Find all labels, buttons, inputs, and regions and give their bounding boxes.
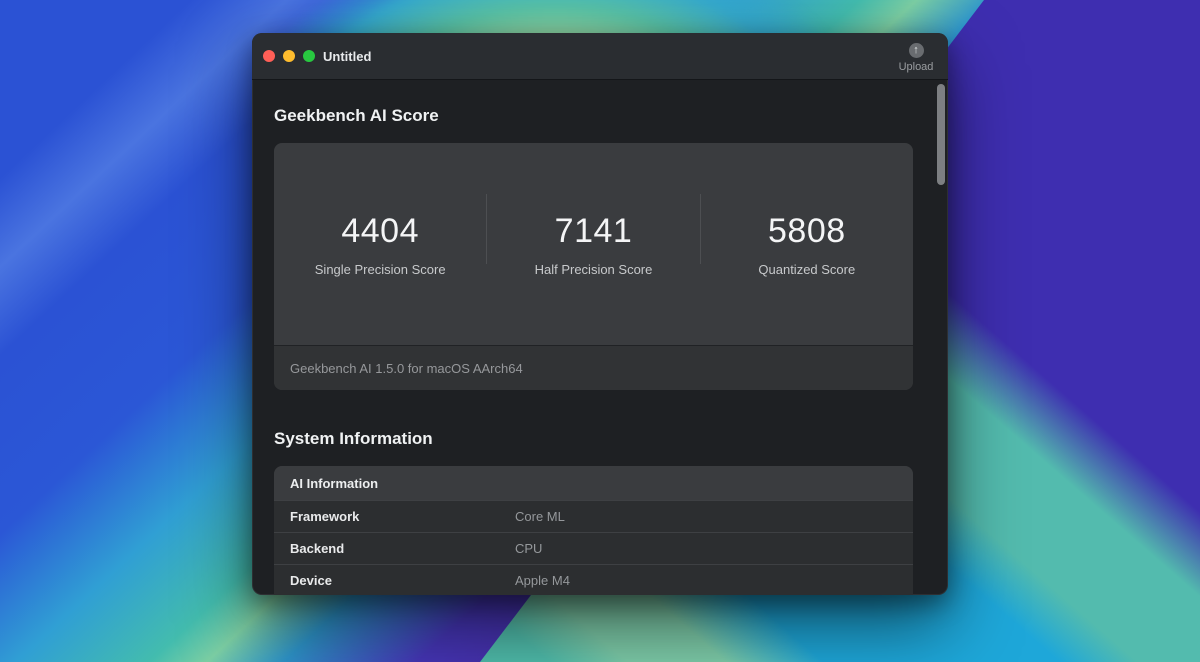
row-value: Core ML bbox=[515, 509, 565, 524]
score-section-heading: Geekbench AI Score bbox=[274, 106, 439, 125]
half-precision-score: 7141 Half Precision Score bbox=[487, 212, 699, 277]
row-label: Device bbox=[290, 573, 332, 588]
quantized-score: 5808 Quantized Score bbox=[701, 212, 913, 277]
table-group-header: AI Information bbox=[274, 466, 913, 500]
system-section-heading: System Information bbox=[274, 429, 433, 448]
scrollbar-thumb[interactable] bbox=[937, 84, 945, 185]
score-row: 4404 Single Precision Score 7141 Half Pr… bbox=[274, 143, 913, 345]
score-label: Half Precision Score bbox=[534, 261, 653, 277]
score-card: 4404 Single Precision Score 7141 Half Pr… bbox=[274, 143, 913, 390]
table-row: Device Apple M4 bbox=[274, 564, 913, 595]
close-button[interactable] bbox=[263, 50, 275, 62]
traffic-lights bbox=[252, 50, 315, 62]
score-label: Single Precision Score bbox=[314, 261, 446, 277]
row-value: CPU bbox=[515, 541, 543, 556]
score-value: 4404 bbox=[341, 211, 419, 250]
benchmark-version-footer: Geekbench AI 1.5.0 for macOS AArch64 bbox=[274, 345, 913, 390]
score-value: 5808 bbox=[768, 211, 846, 250]
upload-arrow-icon: ↑ bbox=[908, 43, 924, 58]
score-value: 7141 bbox=[554, 211, 633, 250]
geekbench-window: Untitled ↑ Upload Geekbench AI Score 440… bbox=[252, 33, 948, 595]
minimize-button[interactable] bbox=[283, 50, 295, 62]
ai-information-table: AI Information Framework Core ML Backend… bbox=[274, 466, 913, 595]
window-title: Untitled bbox=[323, 48, 372, 64]
upload-button[interactable]: ↑ Upload bbox=[894, 43, 938, 73]
desktop: Untitled ↑ Upload Geekbench AI Score 440… bbox=[0, 0, 1200, 662]
row-value: Apple M4 bbox=[515, 573, 570, 588]
single-precision-score: 4404 Single Precision Score bbox=[274, 212, 486, 277]
table-row: Backend CPU bbox=[274, 532, 913, 564]
row-label: Backend bbox=[290, 541, 345, 556]
upload-label: Upload bbox=[898, 61, 934, 73]
titlebar: Untitled ↑ Upload bbox=[252, 33, 948, 80]
table-row: Framework Core ML bbox=[274, 500, 913, 532]
row-label: Framework bbox=[290, 509, 360, 524]
window-content: Geekbench AI Score 4404 Single Precision… bbox=[252, 106, 948, 595]
zoom-button[interactable] bbox=[303, 50, 315, 62]
score-label: Quantized Score bbox=[758, 261, 856, 277]
